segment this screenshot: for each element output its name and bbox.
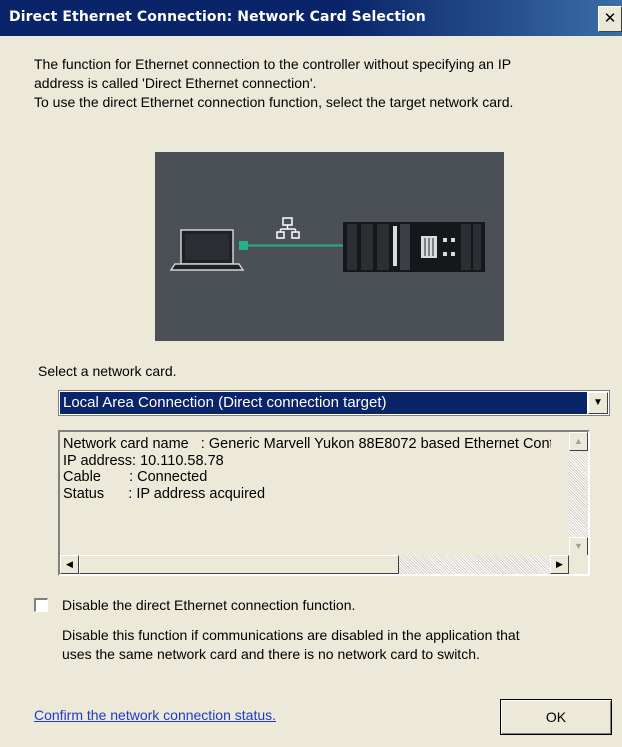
- chevron-down-icon: ▼: [593, 397, 603, 408]
- details-text: Network card name : Generic Marvell Yuko…: [63, 436, 551, 502]
- ok-button[interactable]: OK: [500, 699, 612, 735]
- note-line: uses the same network card and there is …: [62, 646, 480, 662]
- disable-direct-connection-checkbox[interactable]: [34, 598, 48, 612]
- laptop-icon: [169, 229, 245, 271]
- disable-note: Disable this function if communications …: [62, 626, 618, 664]
- scroll-right-button[interactable]: ▶: [550, 555, 569, 574]
- intro-line: To use the direct Ethernet connection fu…: [34, 94, 514, 110]
- dropdown-selected-value: Local Area Connection (Direct connection…: [60, 392, 587, 414]
- horizontal-scrollbar[interactable]: ◀ ▶: [60, 555, 569, 574]
- network-card-dropdown[interactable]: Local Area Connection (Direct connection…: [58, 390, 610, 416]
- intro-text: The function for Ethernet connection to …: [34, 55, 614, 112]
- laptop-port: [239, 241, 248, 250]
- scroll-up-button[interactable]: ▲: [569, 432, 588, 451]
- arrow-left-icon: ◀: [66, 559, 73, 569]
- disable-direct-connection-label[interactable]: Disable the direct Ethernet connection f…: [62, 597, 355, 613]
- close-button[interactable]: ✕: [598, 6, 622, 32]
- vertical-scrollbar[interactable]: ▲ ▼: [569, 432, 588, 556]
- window-title: Direct Ethernet Connection: Network Card…: [9, 9, 426, 25]
- confirm-connection-status-link[interactable]: Confirm the network connection status.: [34, 707, 276, 723]
- note-line: Disable this function if communications …: [62, 627, 520, 643]
- network-icon: [276, 217, 300, 239]
- intro-line: address is called 'Direct Ethernet conne…: [34, 75, 317, 91]
- scroll-left-button[interactable]: ◀: [60, 555, 79, 574]
- scroll-down-button[interactable]: ▼: [569, 537, 588, 556]
- close-icon: ✕: [603, 9, 617, 27]
- arrow-down-icon: ▼: [574, 541, 583, 551]
- horizontal-scroll-thumb[interactable]: [79, 555, 399, 574]
- network-card-details[interactable]: Network card name : Generic Marvell Yuko…: [58, 430, 590, 576]
- arrow-right-icon: ▶: [556, 559, 563, 569]
- select-network-card-label: Select a network card.: [38, 363, 177, 379]
- dropdown-button[interactable]: ▼: [588, 392, 608, 414]
- diagram-svg: [169, 217, 485, 272]
- scrollbar-corner: [569, 555, 588, 574]
- arrow-up-icon: ▲: [574, 436, 583, 446]
- controller-icon: [343, 222, 485, 272]
- title-bar: Direct Ethernet Connection: Network Card…: [0, 0, 622, 36]
- intro-line: The function for Ethernet connection to …: [34, 56, 512, 72]
- connection-diagram: [155, 152, 504, 341]
